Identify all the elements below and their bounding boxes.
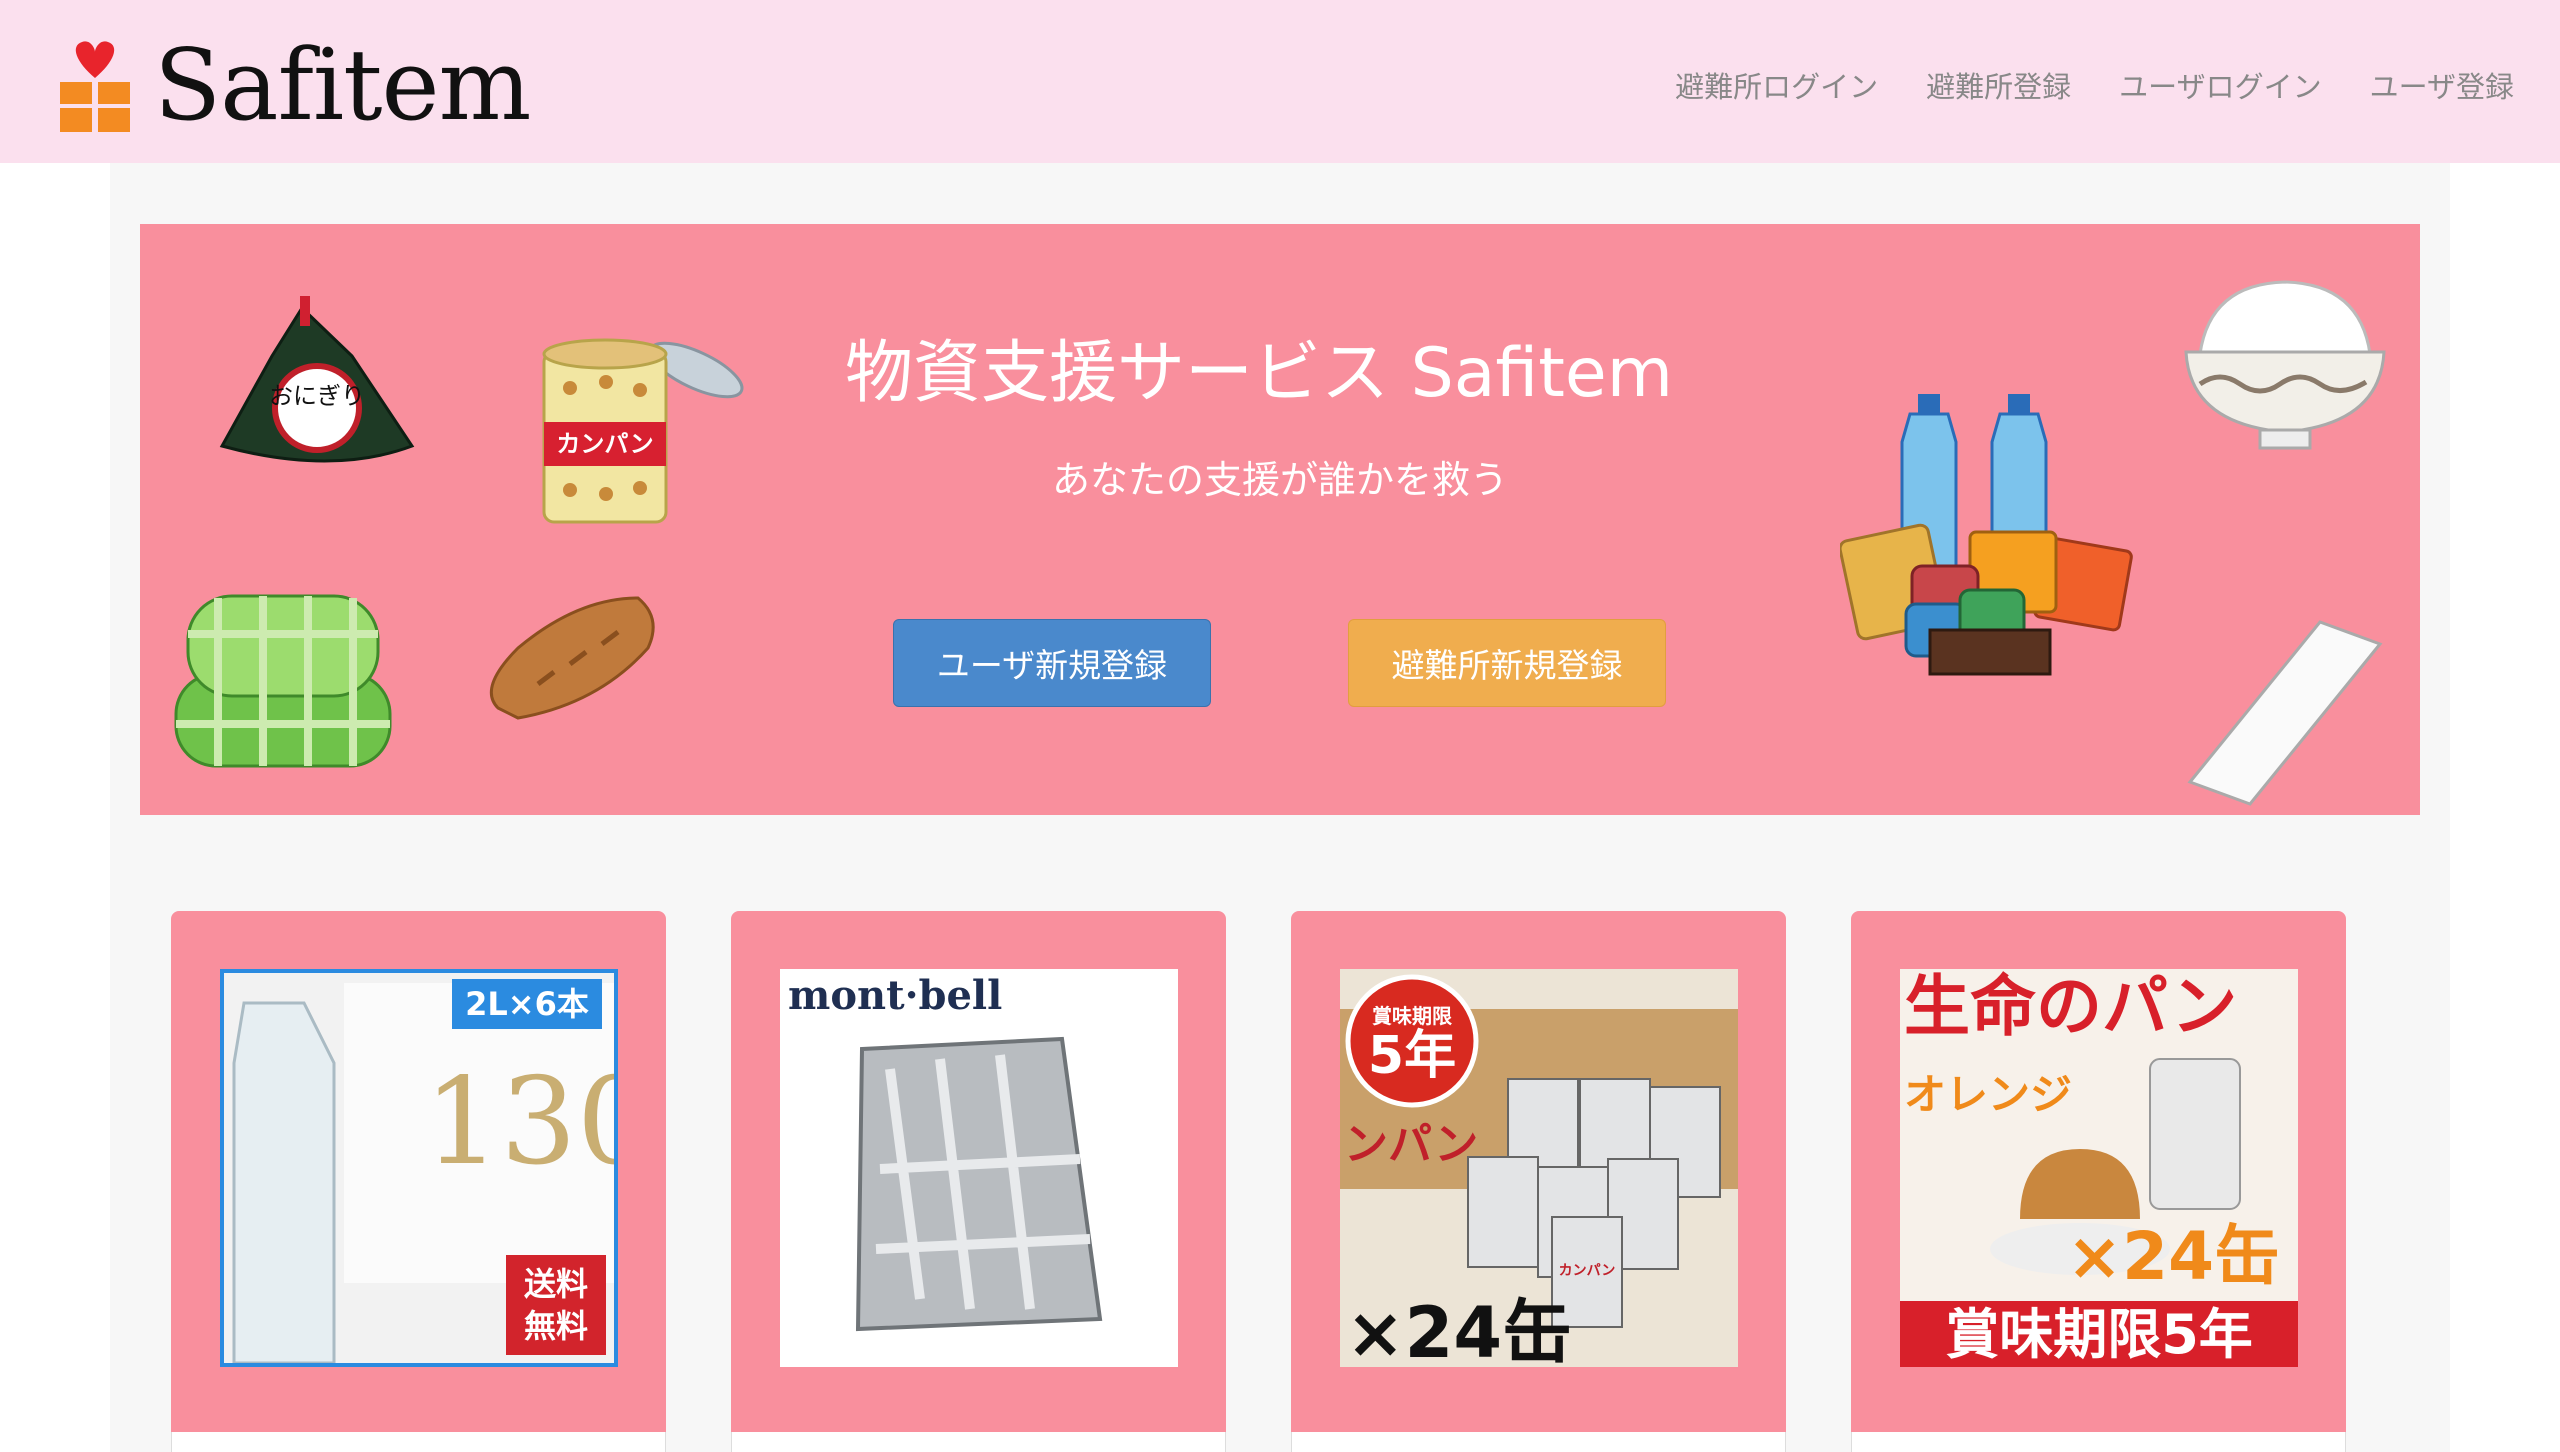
brand-link[interactable]: Safitem	[56, 29, 531, 143]
nav-user-login[interactable]: ユーザログイン	[2119, 64, 2321, 106]
blanket-illustration	[174, 594, 392, 768]
rice-bowl-illustration	[2184, 280, 2386, 450]
svg-text:オレンジ: オレンジ	[1904, 1070, 2072, 1119]
water-bottle-image: 2L×6本 130 送料 無料	[224, 973, 614, 1363]
product-image-emergency-blanket[interactable]: mont·bell	[780, 969, 1178, 1367]
top-nav: 避難所ログイン 避難所登録 ユーザログイン ユーザ登録	[1675, 64, 2514, 106]
hero-banner: 物資支援サービス Safitem あなたの支援が誰かを救う ユーザ新規登録 避難…	[140, 224, 2420, 815]
onigiri-illustration: おにぎり	[219, 296, 415, 463]
product-card[interactable]: 生命のパン オレンジ ×24缶 賞味期限5年	[1851, 911, 2346, 1452]
card-footer	[1291, 1432, 1786, 1452]
svg-text:×24缶: ×24缶	[1346, 1292, 1572, 1367]
svg-text:生命のパン: 生命のパン	[1904, 969, 2237, 1045]
gift-heart-logo-icon	[60, 41, 130, 132]
kanpan-label: カンパン	[556, 430, 653, 458]
svg-text:ンパン: ンパン	[1344, 1119, 1478, 1170]
kanpan-cans-image: ンパン 賞味期限 5年 カンパン ×24缶	[1340, 969, 1738, 1367]
kanpan-can-illustration: カンパン	[542, 338, 744, 524]
card-footer	[1851, 1432, 2346, 1452]
navbar: Safitem 避難所ログイン 避難所登録 ユーザログイン ユーザ登録	[0, 0, 2560, 163]
emergency-blanket-image: mont·bell	[780, 969, 1178, 1367]
onigiri-label: おにぎり	[269, 382, 365, 410]
user-signup-button[interactable]: ユーザ新規登録	[893, 619, 1211, 707]
card-footer	[731, 1432, 1226, 1452]
main-container: 物資支援サービス Safitem あなたの支援が誰かを救う ユーザ新規登録 避難…	[110, 163, 2450, 1452]
svg-text:カンパン: カンパン	[1559, 1263, 1616, 1279]
svg-text:無料: 無料	[524, 1307, 588, 1345]
brand-name: Safitem	[154, 29, 531, 143]
nav-shelter-login[interactable]: 避難所ログイン	[1675, 64, 1878, 106]
product-card[interactable]: 2L×6本 130 送料 無料	[171, 911, 666, 1452]
svg-text:2L×6本: 2L×6本	[465, 985, 589, 1023]
life-bread-image: 生命のパン オレンジ ×24缶 賞味期限5年	[1900, 969, 2298, 1367]
montbell-logo: mont·bell	[788, 972, 1002, 1019]
svg-text:×24缶: ×24缶	[2067, 1218, 2280, 1295]
svg-text:送料: 送料	[524, 1265, 588, 1303]
product-card[interactable]: ンパン 賞味期限 5年 カンパン ×24缶	[1291, 911, 1786, 1452]
product-card[interactable]: mont·bell	[731, 911, 1226, 1452]
bread-illustration	[489, 596, 655, 720]
nav-user-register[interactable]: ユーザ登録	[2370, 64, 2514, 106]
svg-text:賞味期限: 賞味期限	[1372, 1004, 1452, 1028]
emergency-supplies-illustration	[1840, 394, 2133, 676]
heat-pack-illustration	[2187, 620, 2383, 806]
card-footer	[171, 1432, 666, 1452]
product-image-kanpan-cans[interactable]: ンパン 賞味期限 5年 カンパン ×24缶	[1340, 969, 1738, 1367]
shelter-signup-button[interactable]: 避難所新規登録	[1348, 619, 1666, 707]
svg-text:賞味期限5年: 賞味期限5年	[1945, 1303, 2253, 1366]
svg-text:130: 130	[424, 1053, 614, 1192]
product-image-life-bread[interactable]: 生命のパン オレンジ ×24缶 賞味期限5年	[1900, 969, 2298, 1367]
nav-shelter-register[interactable]: 避難所登録	[1926, 64, 2071, 106]
product-image-water[interactable]: 2L×6本 130 送料 無料	[220, 969, 618, 1367]
svg-text:5年: 5年	[1368, 1026, 1456, 1086]
